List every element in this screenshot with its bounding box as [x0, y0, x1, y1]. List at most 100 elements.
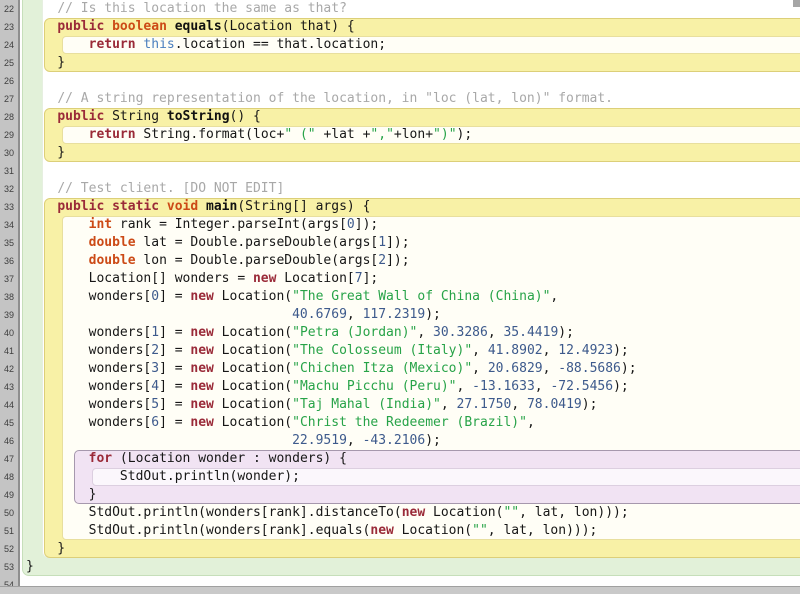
- code-token: new: [402, 505, 425, 520]
- code-line[interactable]: wonders[5] = new Location("Taj Mahal (In…: [26, 396, 597, 414]
- code-line[interactable]: Location[] wonders = new Location[7];: [26, 270, 378, 288]
- line-number[interactable]: 29: [0, 126, 14, 144]
- code-token: 1: [151, 325, 159, 340]
- code-token: "The Great Wall of China (China)": [292, 289, 550, 304]
- line-number[interactable]: 48: [0, 468, 14, 486]
- line-number[interactable]: 27: [0, 90, 14, 108]
- line-number[interactable]: 26: [0, 72, 14, 90]
- code-token: double: [89, 235, 136, 250]
- code-token: );: [558, 325, 574, 340]
- code-text-layer[interactable]: // Is this location the same as that? pu…: [0, 0, 800, 594]
- line-number[interactable]: 39: [0, 306, 14, 324]
- code-token: +lat +: [316, 127, 371, 142]
- code-line[interactable]: StdOut.println(wonders[rank].distanceTo(…: [26, 504, 629, 522]
- code-line[interactable]: public boolean equals(Location that) {: [26, 18, 355, 36]
- line-number[interactable]: 38: [0, 288, 14, 306]
- code-token: public: [57, 19, 112, 34]
- code-token: Location(: [214, 343, 292, 358]
- line-number[interactable]: 32: [0, 180, 14, 198]
- code-line[interactable]: public String toString() {: [26, 108, 261, 126]
- code-token: StdOut.println(wonders[rank].equals(: [26, 523, 370, 538]
- line-number[interactable]: 24: [0, 36, 14, 54]
- code-token: , lat, lon)));: [519, 505, 629, 520]
- code-line[interactable]: }: [26, 558, 34, 576]
- code-line[interactable]: 22.9519, -43.2106);: [26, 432, 441, 450]
- code-token: [26, 91, 57, 106]
- line-number[interactable]: 33: [0, 198, 14, 216]
- code-line[interactable]: }: [26, 54, 65, 72]
- code-line[interactable]: StdOut.println(wonder);: [26, 468, 300, 486]
- line-number[interactable]: 37: [0, 270, 14, 288]
- code-line[interactable]: // A string representation of the locati…: [26, 90, 613, 108]
- code-line[interactable]: return this.location == that.location;: [26, 36, 386, 54]
- code-token: );: [457, 127, 473, 142]
- line-number[interactable]: 34: [0, 216, 14, 234]
- code-line[interactable]: wonders[3] = new Location("Chichen Itza …: [26, 360, 637, 378]
- code-line[interactable]: wonders[2] = new Location("The Colosseum…: [26, 342, 629, 360]
- line-number[interactable]: 49: [0, 486, 14, 504]
- line-number[interactable]: 25: [0, 54, 14, 72]
- code-token: (Location that) {: [222, 19, 355, 34]
- line-number[interactable]: 30: [0, 144, 14, 162]
- line-number[interactable]: 23: [0, 18, 14, 36]
- code-line[interactable]: wonders[4] = new Location("Machu Picchu …: [26, 378, 629, 396]
- code-token: 30.3286: [433, 325, 488, 340]
- code-line[interactable]: }: [26, 486, 96, 504]
- line-number[interactable]: 31: [0, 162, 14, 180]
- line-number[interactable]: 50: [0, 504, 14, 522]
- code-token: +lon+: [394, 127, 433, 142]
- line-number[interactable]: 47: [0, 450, 14, 468]
- code-token: ] =: [159, 289, 190, 304]
- code-line[interactable]: double lat = Double.parseDouble(args[1])…: [26, 234, 410, 252]
- code-token: new: [253, 271, 276, 286]
- line-number[interactable]: 36: [0, 252, 14, 270]
- code-line[interactable]: return String.format(loc+" (" +lat +","+…: [26, 126, 472, 144]
- code-token: [26, 19, 57, 34]
- line-number[interactable]: 51: [0, 522, 14, 540]
- line-number[interactable]: 42: [0, 360, 14, 378]
- code-line[interactable]: StdOut.println(wonders[rank].equals(new …: [26, 522, 597, 540]
- code-line[interactable]: 40.6769, 117.2319);: [26, 306, 441, 324]
- code-token: 6: [151, 415, 159, 430]
- code-line[interactable]: }: [26, 540, 65, 558]
- code-token: ,: [543, 361, 559, 376]
- code-line[interactable]: wonders[1] = new Location("Petra (Jordan…: [26, 324, 574, 342]
- code-token: [26, 1, 57, 16]
- line-number[interactable]: 52: [0, 540, 14, 558]
- vertical-scrollbar-thumb-fragment[interactable]: [793, 0, 800, 7]
- code-line[interactable]: wonders[6] = new Location("Christ the Re…: [26, 414, 535, 432]
- code-line[interactable]: // Test client. [DO NOT EDIT]: [26, 180, 284, 198]
- code-line[interactable]: wonders[0] = new Location("The Great Wal…: [26, 288, 558, 306]
- horizontal-scrollbar[interactable]: [0, 586, 800, 594]
- code-token: ,: [441, 397, 457, 412]
- code-token: boolean: [112, 19, 175, 34]
- code-line[interactable]: for (Location wonder : wonders) {: [26, 450, 347, 468]
- code-token: new: [190, 289, 213, 304]
- code-token: "Chichen Itza (Mexico)": [292, 361, 472, 376]
- code-token: wonders[: [26, 397, 151, 412]
- line-number[interactable]: 53: [0, 558, 14, 576]
- code-line[interactable]: public static void main(String[] args) {: [26, 198, 370, 216]
- code-token: );: [613, 343, 629, 358]
- line-number-gutter[interactable]: 2223242526272829303132333435363738394041…: [0, 0, 20, 594]
- code-line[interactable]: double lon = Double.parseDouble(args[2])…: [26, 252, 410, 270]
- code-token: [26, 307, 292, 322]
- line-number[interactable]: 28: [0, 108, 14, 126]
- line-number[interactable]: 44: [0, 396, 14, 414]
- line-number[interactable]: 46: [0, 432, 14, 450]
- line-number[interactable]: 45: [0, 414, 14, 432]
- line-number[interactable]: 40: [0, 324, 14, 342]
- code-token: Location(: [214, 361, 292, 376]
- code-token: "Machu Picchu (Peru)": [292, 379, 456, 394]
- line-number[interactable]: 22: [0, 0, 14, 18]
- code-line[interactable]: // Is this location the same as that?: [26, 0, 347, 18]
- code-token: [26, 235, 89, 250]
- code-line[interactable]: }: [26, 144, 65, 162]
- line-number[interactable]: 35: [0, 234, 14, 252]
- code-token: wonders[: [26, 325, 151, 340]
- code-line[interactable]: int rank = Integer.parseInt(args[0]);: [26, 216, 378, 234]
- line-number[interactable]: 43: [0, 378, 14, 396]
- line-number[interactable]: 41: [0, 342, 14, 360]
- code-token: );: [621, 361, 637, 376]
- code-token: 117.2319: [363, 307, 426, 322]
